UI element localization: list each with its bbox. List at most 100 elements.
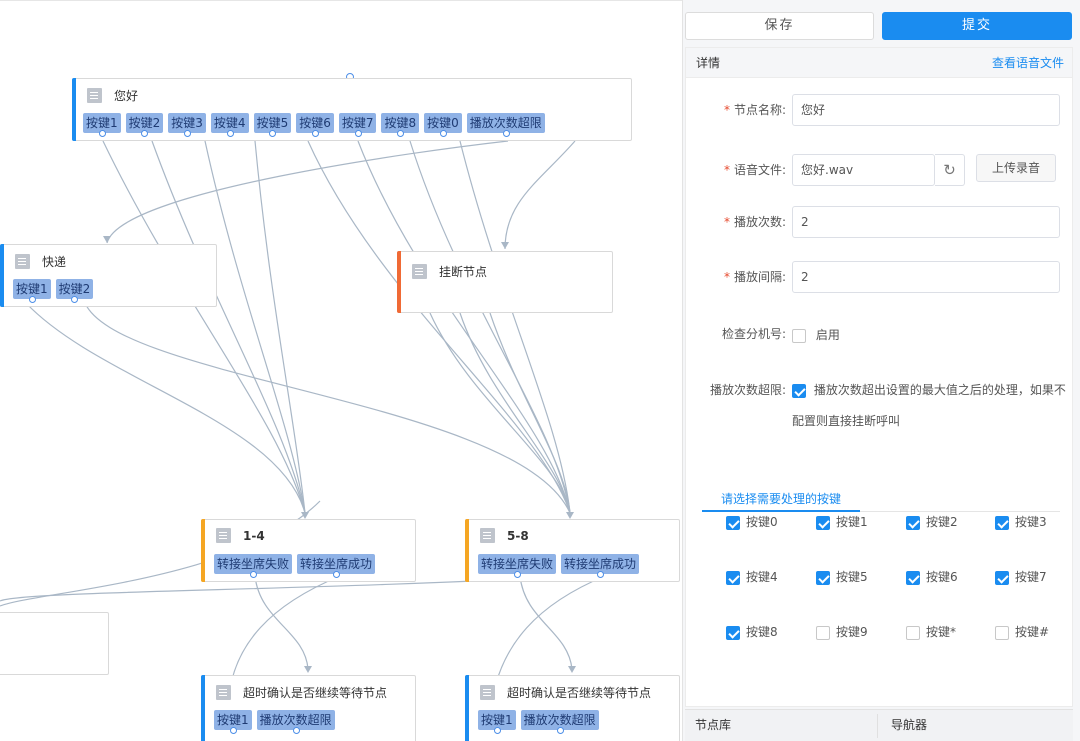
key-option-checkbox[interactable] — [995, 570, 1009, 585]
key-option[interactable]: 按键2 — [906, 514, 996, 532]
over-limit-text-2: 配置则直接挂断呼叫 — [792, 414, 901, 428]
document-icon — [15, 254, 30, 269]
output-port[interactable] — [184, 130, 192, 137]
key-chip[interactable]: 按键2 — [125, 113, 164, 137]
play-count-row: * 播放次数: 2 — [686, 206, 1074, 238]
node-hangup[interactable]: 挂断节点 — [397, 251, 613, 313]
key-chip[interactable]: 按键4 — [210, 113, 249, 137]
key-option-checkbox[interactable] — [995, 625, 1009, 640]
key-option[interactable]: 按键3 — [995, 514, 1080, 532]
play-count-input[interactable]: 2 — [792, 206, 1060, 238]
upload-recording-button[interactable]: 上传录音 — [976, 154, 1056, 182]
key-option-checkbox[interactable] — [906, 625, 920, 640]
node-accent — [0, 244, 4, 307]
key-chip[interactable]: 按键7 — [338, 113, 377, 137]
output-port[interactable] — [226, 130, 234, 137]
output-port[interactable] — [502, 130, 510, 137]
key-chip[interactable]: 转接坐席失败 — [478, 554, 557, 578]
submit-button[interactable]: 提交 — [882, 12, 1072, 40]
key-option-checkbox[interactable] — [816, 625, 830, 640]
key-option-checkbox[interactable] — [726, 515, 740, 530]
key-option[interactable]: 按键1 — [816, 514, 906, 532]
output-port[interactable] — [312, 130, 320, 137]
play-count-label: * 播放次数: — [723, 215, 786, 229]
output-port[interactable] — [597, 571, 605, 578]
wire — [459, 312, 571, 514]
key-chip[interactable]: 按键1 — [83, 113, 121, 137]
key-chip[interactable]: 按键2 — [55, 279, 94, 303]
output-port[interactable] — [229, 727, 237, 734]
output-port[interactable] — [439, 130, 447, 137]
over-limit-checkbox[interactable] — [792, 383, 806, 398]
key-chip[interactable]: 播放次数超限 — [466, 113, 545, 137]
key-chip[interactable]: 按键6 — [296, 113, 334, 137]
output-port[interactable] — [28, 296, 36, 303]
key-chip[interactable]: 按键3 — [168, 113, 206, 137]
output-port[interactable] — [141, 130, 149, 137]
output-port[interactable] — [397, 130, 405, 137]
key-chip[interactable]: 按键1 — [478, 710, 516, 734]
key-chip[interactable]: 转接坐席成功 — [297, 554, 376, 578]
key-chip[interactable]: 按键5 — [253, 113, 292, 137]
key-chip[interactable]: 按键0 — [424, 113, 462, 137]
key-option[interactable]: 按键# — [995, 624, 1080, 642]
output-port[interactable] — [493, 727, 501, 734]
voice-file-input[interactable]: 您好.wav — [792, 154, 935, 186]
key-chip[interactable]: 转接坐席成功 — [561, 554, 640, 578]
output-port[interactable] — [514, 571, 521, 578]
output-port[interactable] — [71, 296, 79, 303]
flow-canvas[interactable]: 您好 按键1 按键2 按键3 按键4 按键5 按键6 按键7 按键8 按键0 播… — [0, 0, 682, 741]
node-title: 快递 — [42, 255, 67, 269]
key-option-checkbox[interactable] — [816, 515, 830, 530]
key-chip[interactable]: 播放次数超限 — [520, 710, 599, 734]
node-accent — [72, 78, 76, 141]
refresh-icon[interactable]: ↻ — [935, 154, 965, 186]
key-option[interactable]: 按键* — [906, 624, 996, 642]
key-option[interactable]: 按键7 — [995, 569, 1080, 587]
key-option[interactable]: 按键0 — [726, 514, 816, 532]
wire — [151, 140, 306, 514]
node-name-input[interactable]: 您好 — [792, 94, 1060, 126]
save-button[interactable]: 保存 — [685, 12, 874, 40]
key-chip[interactable]: 按键8 — [381, 113, 420, 137]
tab-divider — [877, 714, 878, 738]
node-timeout-confirm-2[interactable]: 超时确认是否继续等待节点 按键1 播放次数超限 — [465, 675, 680, 741]
output-port[interactable] — [354, 130, 362, 137]
node-express[interactable]: 快递 按键1 按键2 — [0, 244, 217, 307]
key-option[interactable]: 按键9 — [816, 624, 906, 642]
key-option-checkbox[interactable] — [995, 515, 1009, 530]
output-port[interactable] — [269, 130, 277, 137]
key-option-checkbox[interactable] — [906, 515, 920, 530]
output-port[interactable] — [333, 571, 341, 578]
key-option[interactable]: 按键4 — [726, 569, 816, 587]
wire — [489, 312, 571, 514]
key-option[interactable]: 按键8 — [726, 624, 816, 642]
key-option-checkbox[interactable] — [906, 570, 920, 585]
key-chip[interactable]: 按键1 — [214, 710, 252, 734]
output-port[interactable] — [292, 727, 300, 734]
key-chip[interactable]: 播放次数超限 — [256, 710, 335, 734]
tab-select-keys[interactable]: 请选择需要处理的按键 — [702, 488, 860, 512]
check-extension-checkbox[interactable] — [792, 328, 806, 343]
tab-node-library[interactable]: 节点库 — [695, 710, 731, 740]
wire — [254, 575, 309, 670]
output-port[interactable] — [98, 130, 106, 137]
key-option-checkbox[interactable] — [816, 570, 830, 585]
node-route-5-8[interactable]: 5-8 转接坐席失败 转接坐席成功 — [465, 519, 680, 582]
key-option-checkbox[interactable] — [726, 625, 740, 640]
tab-navigator[interactable]: 导航器 — [891, 710, 927, 740]
check-extension-option: 启用 — [815, 328, 840, 342]
key-chip[interactable]: 转接坐席失败 — [214, 554, 293, 578]
view-voice-file-link[interactable]: 查看语音文件 — [992, 48, 1064, 78]
output-port[interactable] — [250, 571, 257, 578]
node-route-1-4[interactable]: 1-4 转接坐席失败 转接坐席成功 — [201, 519, 416, 582]
key-option-checkbox[interactable] — [726, 570, 740, 585]
node-partial[interactable] — [0, 612, 109, 675]
output-port[interactable] — [556, 727, 564, 734]
node-hello[interactable]: 您好 按键1 按键2 按键3 按键4 按键5 按键6 按键7 按键8 按键0 播… — [72, 78, 632, 141]
key-option[interactable]: 按键6 — [906, 569, 996, 587]
key-chip[interactable]: 按键1 — [13, 279, 51, 303]
key-option[interactable]: 按键5 — [816, 569, 906, 587]
play-interval-input[interactable]: 2 — [792, 261, 1060, 293]
node-timeout-confirm-1[interactable]: 超时确认是否继续等待节点 按键1 播放次数超限 — [201, 675, 416, 741]
